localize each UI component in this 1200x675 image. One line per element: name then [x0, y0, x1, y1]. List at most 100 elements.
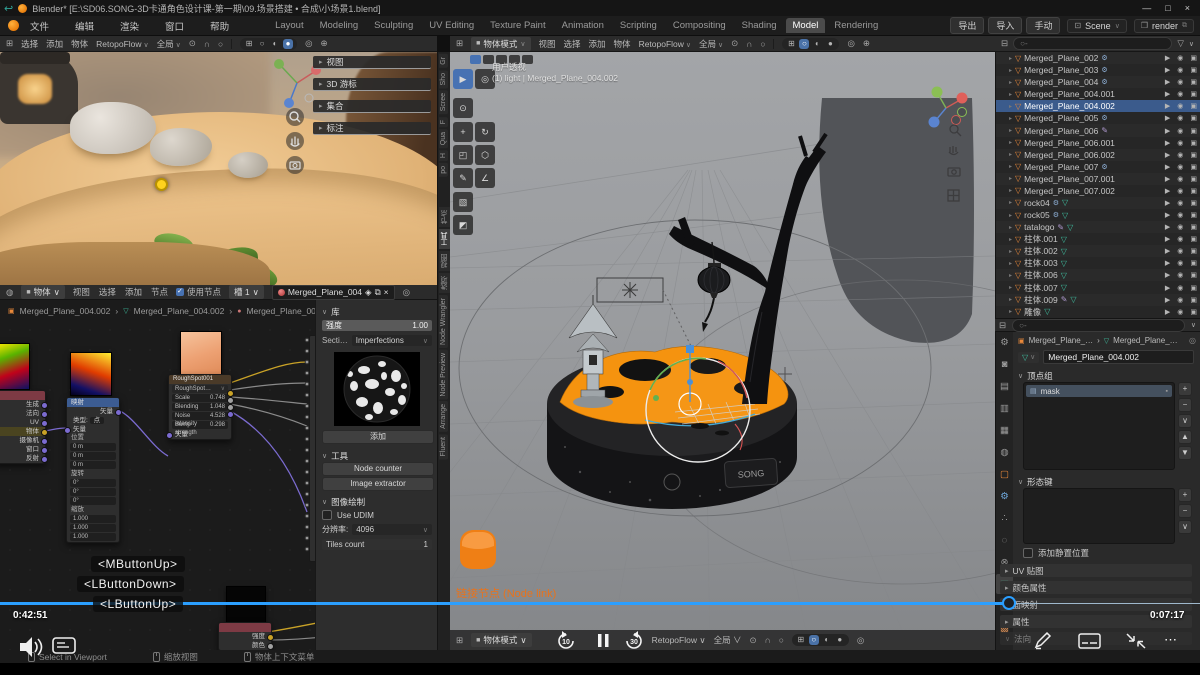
vertex-groups-list[interactable]: ▤mask▪ [1023, 382, 1175, 470]
outliner-row[interactable]: ▸▽Merged_Plane_005⚙▶◉▣ [996, 112, 1200, 124]
node-menu-节点[interactable]: 节点 [151, 286, 168, 298]
list-add-button[interactable]: + [1178, 488, 1192, 502]
socket-icon[interactable] [64, 427, 71, 434]
socket-icon[interactable] [267, 643, 274, 650]
rendered-shading-icon[interactable]: ● [825, 39, 835, 49]
image-datablock[interactable]: RoughSpot…∨ [172, 385, 228, 393]
socket-icon[interactable] [41, 429, 48, 436]
select-cursor-icon[interactable]: ▶ [1165, 163, 1170, 171]
sidebar-panel-标注[interactable]: ▸标注 [313, 122, 431, 135]
properties-tab-tool[interactable]: ⚙ [996, 332, 1013, 352]
socket-icon[interactable] [41, 438, 48, 445]
socket-icon[interactable] [227, 404, 234, 411]
tool-shear[interactable]: ◩ [453, 215, 473, 235]
shader-type-selector[interactable]: ■ 物体 ∨ [21, 285, 64, 299]
viewport-nav-icons[interactable] [945, 122, 965, 212]
overlays-icon[interactable]: ◎ [847, 38, 854, 49]
workspace-tab-layout[interactable]: Layout [268, 18, 311, 33]
eye-icon[interactable]: ◉ [1177, 259, 1183, 267]
filter-icon[interactable]: ▽ [1177, 38, 1184, 49]
select-cursor-icon[interactable]: ▶ [1165, 223, 1170, 231]
node-menu-添加[interactable]: 添加 [125, 286, 142, 298]
select-cursor-icon[interactable]: ▶ [1165, 114, 1170, 122]
mapping-value-field[interactable]: 0° [70, 497, 116, 505]
outliner-row[interactable]: ▸▽柱体.007▽▶◉▣ [996, 281, 1200, 293]
socket-icon[interactable] [41, 447, 48, 454]
select-cursor-icon[interactable]: ▶ [1165, 175, 1170, 183]
socket-icon[interactable] [41, 402, 48, 409]
danmaku-icon[interactable] [52, 637, 78, 657]
zoom-icon[interactable] [286, 108, 304, 126]
camera-visibility-icon[interactable]: ▣ [1190, 78, 1197, 86]
mapping-value-field[interactable]: 1.000 [70, 533, 116, 541]
select-cursor-icon[interactable]: ▶ [1165, 247, 1170, 255]
select-cursor-icon[interactable]: ▶ [1165, 235, 1170, 243]
disclosure-triangle-icon[interactable]: ▸ [1009, 187, 1012, 194]
sidebar-tab-Node Wrangler[interactable]: Node Wrangler [439, 295, 448, 348]
more-options-icon[interactable]: ⋯ [1164, 632, 1178, 648]
pivot-icon[interactable]: ⊙ [731, 38, 738, 49]
blender-menu-icon[interactable] [8, 20, 19, 31]
list-add-button[interactable]: + [1178, 382, 1192, 396]
list-action-button[interactable]: ▼ [1178, 446, 1192, 460]
menu-选择[interactable]: 选择 [21, 38, 38, 50]
disclosure-triangle-icon[interactable]: ▸ [1009, 115, 1012, 122]
camera-visibility-icon[interactable]: ▣ [1190, 296, 1197, 304]
disclosure-triangle-icon[interactable]: ▸ [1009, 91, 1012, 98]
camera-visibility-icon[interactable]: ▣ [1190, 199, 1197, 207]
list-action-button[interactable]: ∨ [1178, 414, 1192, 428]
socket-icon[interactable] [41, 411, 48, 418]
snap-magnet-icon[interactable]: ∩ [765, 635, 771, 645]
section-tools[interactable]: ∨工具 [322, 450, 348, 462]
sidebar-tab-Fluent[interactable]: Fluent [439, 434, 448, 459]
eye-icon[interactable]: ◉ [1177, 114, 1183, 122]
image-node-field-Blending[interactable]: Blending1.048 [172, 403, 228, 411]
camera-visibility-icon[interactable]: ▣ [1190, 90, 1197, 98]
video-progress-playhead[interactable] [1002, 596, 1016, 610]
workspace-tab-animation[interactable]: Animation [555, 18, 611, 33]
camera-visibility-icon[interactable]: ▣ [1190, 151, 1197, 159]
menu-添加[interactable]: 添加 [589, 38, 606, 50]
maximize-button[interactable]: □ [1165, 3, 1170, 13]
disclosure-triangle-icon[interactable]: ▸ [1009, 224, 1012, 231]
sidebar-tab-Sho[interactable]: Sho [439, 70, 448, 88]
camera-visibility-icon[interactable]: ▣ [1190, 211, 1197, 219]
camera-visibility-icon[interactable]: ▣ [1190, 163, 1197, 171]
normal-map-node[interactable]: 强度颜色 [218, 622, 272, 650]
mapping-type-row[interactable]: 类型: 点 [67, 416, 119, 425]
socket-icon[interactable] [227, 390, 234, 397]
proportional-icon[interactable]: ○ [779, 635, 784, 645]
add-button[interactable]: 添加 [322, 430, 434, 444]
proportional-icon[interactable]: ○ [760, 39, 765, 49]
outliner-search-input[interactable]: ○‑ [1013, 37, 1172, 50]
disclosure-triangle-icon[interactable]: ▸ [1009, 163, 1012, 170]
editor-type-icon[interactable]: ⊞ [6, 38, 13, 49]
outliner-row[interactable]: ▸▽rock05⚙▽▶◉▣ [996, 209, 1200, 221]
select-cursor-icon[interactable]: ▶ [1165, 127, 1170, 135]
disclosure-triangle-icon[interactable]: ▸ [1009, 248, 1012, 255]
list-remove-button[interactable]: − [1178, 398, 1192, 412]
volume-icon[interactable] [18, 634, 46, 660]
menu-窗口[interactable]: 窗口 [165, 19, 184, 33]
outliner-row[interactable]: ▸▽Merged_Plane_002⚙▶◉▣ [996, 52, 1200, 64]
outliner-row[interactable]: ▸▽Merged_Plane_004.002▶◉▣ [996, 100, 1200, 112]
rest-position-checkbox[interactable]: 添加静置位置 [1023, 547, 1089, 559]
tool-move[interactable]: + [453, 122, 473, 142]
mapping-node[interactable]: 映射 矢量 类型: 点 矢量 位置0 m0 m0 m旋转0°0°0°缩放1.00… [66, 397, 120, 543]
socket-icon[interactable] [227, 397, 234, 404]
disclosure-triangle-icon[interactable]: ▸ [1009, 212, 1012, 219]
outliner-row[interactable]: ▸▽柱体.001▽▶◉▣ [996, 233, 1200, 245]
socket-icon[interactable] [41, 456, 48, 463]
eye-icon[interactable]: ◉ [1177, 102, 1183, 110]
snap-magnet-icon[interactable]: ∩ [204, 39, 210, 49]
menu-物体[interactable]: 物体 [71, 38, 88, 50]
camera-visibility-icon[interactable]: ▣ [1190, 235, 1197, 243]
image-node-field-Scale[interactable]: Scale0.748 [172, 394, 228, 402]
disclosure-triangle-icon[interactable]: ▸ [1009, 151, 1012, 158]
wireframe-shading-icon[interactable]: ⊞ [796, 635, 806, 645]
node-menu-选择[interactable]: 选择 [99, 286, 116, 298]
material-slot-selector[interactable]: 槽 1∨ [229, 285, 264, 299]
section-image-paint[interactable]: ∨图像绘制 [322, 496, 365, 508]
camera-visibility-icon[interactable]: ▣ [1190, 139, 1197, 147]
overlays-icon[interactable]: ◎ [305, 38, 312, 49]
